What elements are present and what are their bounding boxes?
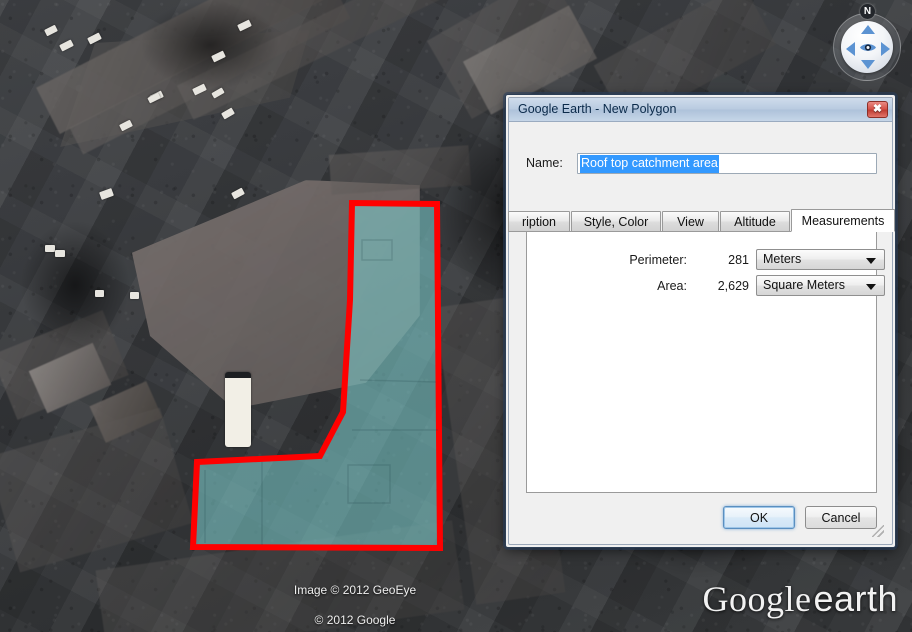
map-vehicle — [45, 245, 55, 252]
tab-label: ription — [521, 214, 557, 229]
resize-grip[interactable] — [872, 525, 884, 537]
name-label: Name: — [526, 156, 563, 170]
close-icon: ✖ — [872, 103, 883, 115]
name-input[interactable]: Roof top catchment area — [577, 153, 877, 174]
logo-earth-text: earth — [813, 578, 898, 619]
ok-button[interactable]: OK — [723, 506, 795, 529]
perimeter-row: Perimeter: 281 Meters — [527, 249, 885, 270]
perimeter-label: Perimeter: — [629, 252, 687, 267]
perimeter-value: 281 — [728, 252, 749, 267]
dialog-title: Google Earth - New Polygon — [518, 102, 677, 116]
imagery-attribution: Image © 2012 GeoEye — [293, 583, 417, 597]
map-vehicle — [225, 372, 251, 447]
google-earth-window: N Image © 2012 GeoEye © 2012 Google Goog… — [0, 0, 912, 632]
cancel-button[interactable]: Cancel — [805, 506, 877, 529]
map-vehicle — [130, 292, 139, 299]
eye-icon[interactable] — [859, 42, 877, 53]
area-label: Area: — [657, 278, 687, 293]
tab-style-color[interactable]: Style, Color — [571, 211, 661, 232]
tab-measurements[interactable]: Measurements — [791, 209, 895, 232]
navigation-control[interactable]: N — [831, 3, 905, 81]
pan-left-arrow-icon[interactable] — [846, 42, 855, 56]
tab-view[interactable]: View — [662, 211, 719, 232]
tab-description[interactable]: ription — [508, 211, 570, 232]
cancel-button-label: Cancel — [821, 510, 861, 525]
area-row: Area: 2,629 Square Meters — [527, 275, 885, 296]
google-copyright: © 2012 Google — [314, 613, 396, 627]
map-vehicle — [55, 250, 65, 257]
pan-right-arrow-icon[interactable] — [881, 42, 890, 56]
area-unit-value: Square Meters — [763, 278, 845, 292]
chevron-down-icon — [866, 258, 876, 264]
dialog-frame: Google Earth - New Polygon ✖ Name: Roof … — [508, 97, 895, 545]
name-input-value: Roof top catchment area — [580, 154, 719, 173]
tab-altitude[interactable]: Altitude — [720, 211, 790, 232]
north-marker-icon[interactable]: N — [860, 4, 875, 19]
pan-up-arrow-icon[interactable] — [861, 25, 875, 34]
new-polygon-dialog[interactable]: Google Earth - New Polygon ✖ Name: Roof … — [505, 94, 896, 548]
area-unit-select[interactable]: Square Meters — [756, 275, 885, 296]
dialog-titlebar[interactable]: Google Earth - New Polygon ✖ — [509, 98, 892, 122]
pan-down-arrow-icon[interactable] — [861, 60, 875, 69]
tab-label: View — [677, 214, 704, 229]
map-vegetation — [140, 0, 280, 90]
google-earth-logo: Googleearth — [702, 578, 898, 620]
close-button[interactable]: ✖ — [867, 101, 888, 118]
name-row: Name: Roof top catchment area — [526, 153, 877, 175]
dialog-body: Name: Roof top catchment area ription St… — [508, 123, 895, 541]
map-vehicle — [95, 290, 104, 297]
tab-label: Measurements — [801, 213, 885, 228]
map-vegetation — [20, 220, 130, 350]
ok-button-label: OK — [749, 510, 769, 525]
logo-google-text: Google — [702, 579, 812, 619]
perimeter-unit-value: Meters — [763, 252, 802, 266]
chevron-down-icon — [866, 284, 876, 290]
tab-strip: ription Style, Color View Altitude Measu… — [508, 209, 895, 232]
dialog-footer: OK Cancel — [723, 506, 877, 529]
tab-label: Style, Color — [583, 214, 649, 229]
area-value: 2,629 — [717, 278, 749, 293]
tab-label: Altitude — [734, 214, 776, 229]
perimeter-unit-select[interactable]: Meters — [756, 249, 885, 270]
measurements-panel: Perimeter: 281 Meters Area: 2,629 Square… — [526, 231, 885, 493]
